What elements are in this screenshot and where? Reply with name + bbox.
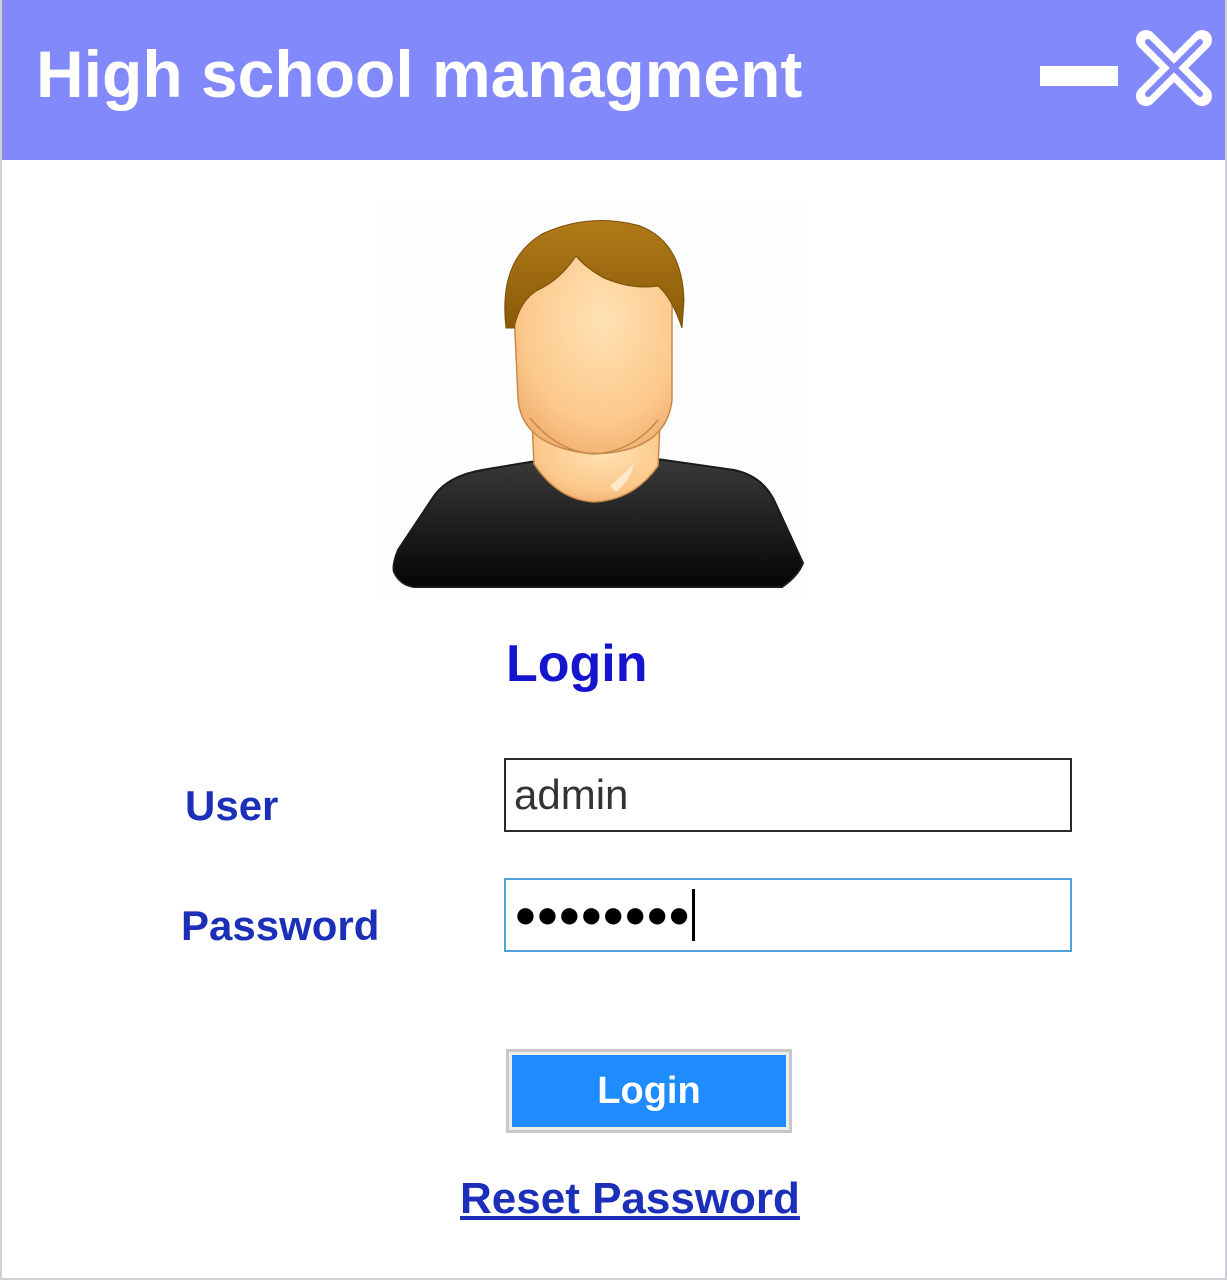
title-bar[interactable]: High school managment: [2, 0, 1225, 160]
login-button[interactable]: Login: [506, 1049, 792, 1133]
user-avatar-icon: [392, 220, 805, 588]
minimize-icon: [1040, 66, 1118, 86]
text-caret: [691, 888, 695, 941]
user-input-value: admin: [514, 771, 629, 818]
reset-password-link[interactable]: Reset Password: [460, 1174, 800, 1224]
minimize-button[interactable]: [1038, 50, 1120, 100]
user-input[interactable]: admin: [504, 758, 1072, 832]
close-icon: [1136, 30, 1212, 106]
window-title: High school managment: [36, 37, 803, 111]
login-button-label: Login: [512, 1055, 786, 1127]
user-label: User: [185, 782, 279, 829]
avatar: [382, 200, 807, 595]
password-input[interactable]: ●●●●●●●●: [504, 878, 1072, 952]
login-window: High school managment Login User admin P…: [0, 0, 1227, 1280]
close-button[interactable]: [1134, 28, 1214, 108]
password-mask: ●●●●●●●●: [514, 894, 691, 936]
password-label: Password: [181, 902, 380, 949]
login-heading: Login: [506, 635, 648, 693]
